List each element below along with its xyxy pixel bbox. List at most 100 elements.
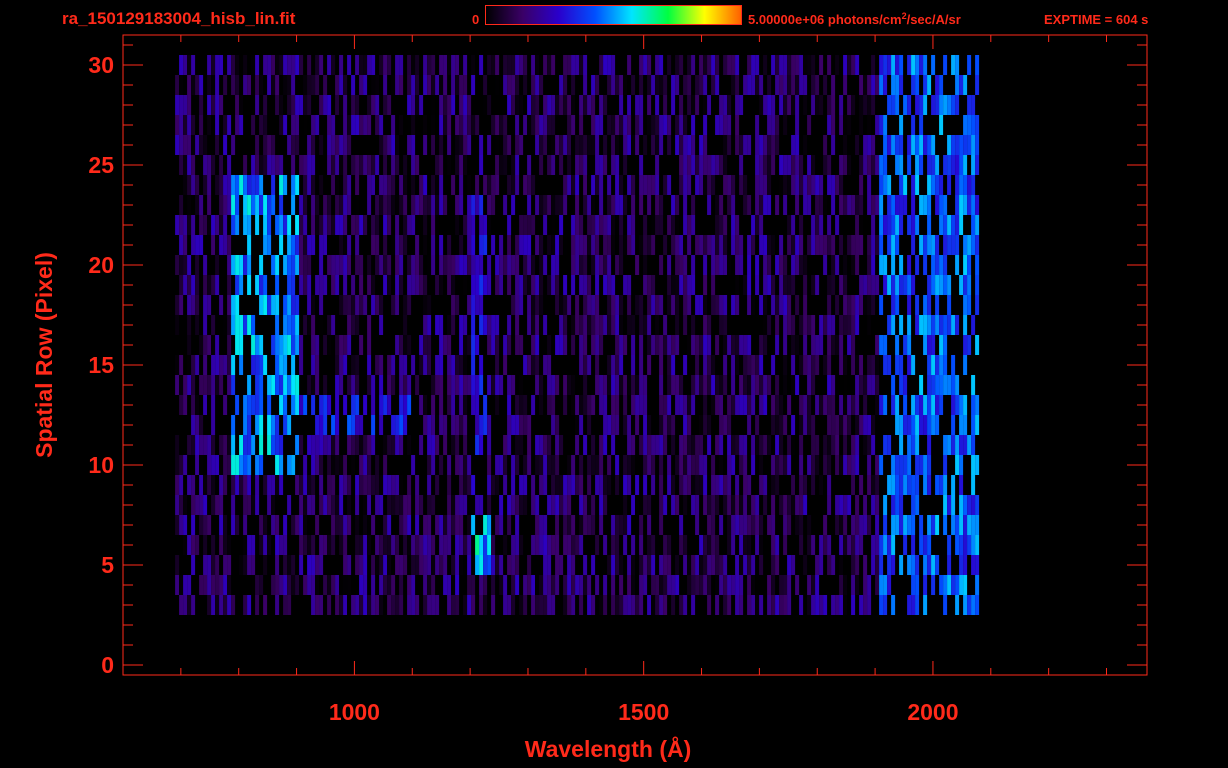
heatmap-cell bbox=[623, 75, 628, 95]
heatmap-cell bbox=[635, 255, 640, 275]
heatmap-cell bbox=[423, 335, 428, 355]
heatmap-cell bbox=[955, 315, 960, 335]
heatmap-cell bbox=[415, 195, 420, 215]
heatmap-cell bbox=[335, 395, 340, 415]
heatmap-cell bbox=[791, 335, 796, 355]
heatmap-cell bbox=[903, 95, 908, 115]
heatmap-cell bbox=[331, 415, 336, 435]
heatmap-cell bbox=[359, 335, 364, 355]
heatmap-cell bbox=[911, 215, 916, 235]
heatmap-cell bbox=[855, 235, 860, 255]
heatmap-cell bbox=[827, 395, 832, 415]
heatmap-cell bbox=[927, 135, 932, 155]
heatmap-cell bbox=[955, 255, 960, 275]
heatmap-cell bbox=[863, 435, 868, 455]
heatmap-cell bbox=[371, 235, 376, 255]
heatmap-cell bbox=[695, 475, 700, 495]
heatmap-cell bbox=[691, 555, 696, 575]
heatmap-cell bbox=[611, 595, 616, 615]
heatmap-cell bbox=[927, 295, 932, 315]
heatmap-cell bbox=[387, 515, 392, 535]
heatmap-cell bbox=[667, 175, 672, 195]
heatmap-cell bbox=[907, 475, 912, 495]
heatmap-cell bbox=[271, 475, 276, 495]
heatmap-cell bbox=[959, 215, 964, 235]
heatmap-cell bbox=[943, 495, 948, 515]
heatmap-cell bbox=[691, 495, 696, 515]
heatmap-cell bbox=[643, 395, 648, 415]
heatmap-cell bbox=[263, 215, 268, 235]
heatmap-cell bbox=[767, 515, 772, 535]
heatmap-cell bbox=[731, 375, 736, 395]
heatmap-cell bbox=[295, 255, 300, 275]
heatmap-cell bbox=[371, 435, 376, 455]
heatmap-cell bbox=[219, 215, 224, 235]
heatmap-cell bbox=[563, 95, 568, 115]
heatmap-cell bbox=[931, 555, 936, 575]
heatmap-cell bbox=[703, 115, 708, 135]
heatmap-cell bbox=[423, 115, 428, 135]
heatmap-cell bbox=[579, 355, 584, 375]
heatmap-cell bbox=[579, 415, 584, 435]
heatmap-cell bbox=[435, 195, 440, 215]
heatmap-cell bbox=[459, 455, 464, 475]
heatmap-cell bbox=[599, 455, 604, 475]
heatmap-cell bbox=[391, 135, 396, 155]
heatmap-cell bbox=[207, 515, 212, 535]
heatmap-cell bbox=[303, 215, 308, 235]
heatmap-cell bbox=[679, 455, 684, 475]
heatmap-cell bbox=[699, 335, 704, 355]
heatmap-cell bbox=[559, 335, 564, 355]
heatmap-cell bbox=[975, 255, 980, 275]
heatmap-cell bbox=[743, 275, 748, 295]
heatmap-cell bbox=[515, 555, 520, 575]
heatmap-cell bbox=[727, 535, 732, 555]
heatmap-cell bbox=[587, 595, 592, 615]
heatmap-cell bbox=[811, 315, 816, 335]
heatmap-cell bbox=[339, 335, 344, 355]
heatmap-cell bbox=[783, 295, 788, 315]
heatmap-cell bbox=[659, 355, 664, 375]
heatmap-cell bbox=[911, 415, 916, 435]
heatmap-cell bbox=[567, 135, 572, 155]
heatmap-cell bbox=[223, 115, 228, 135]
heatmap-cell bbox=[831, 315, 836, 335]
heatmap-cell bbox=[643, 455, 648, 475]
heatmap-cell bbox=[691, 155, 696, 175]
heatmap-cell bbox=[551, 195, 556, 215]
heatmap-cell bbox=[583, 195, 588, 215]
heatmap-cell bbox=[783, 355, 788, 375]
heatmap-cell bbox=[391, 155, 396, 175]
heatmap-cell bbox=[207, 95, 212, 115]
heatmap-cell bbox=[927, 75, 932, 95]
heatmap-cell bbox=[627, 175, 632, 195]
heatmap-cell bbox=[863, 515, 868, 535]
heatmap-cell bbox=[843, 375, 848, 395]
heatmap-cell bbox=[439, 155, 444, 175]
heatmap-cell bbox=[215, 575, 220, 595]
heatmap-cell bbox=[199, 455, 204, 475]
heatmap-cell bbox=[179, 55, 184, 75]
heatmap-cell bbox=[683, 115, 688, 135]
heatmap-cell bbox=[599, 155, 604, 175]
heatmap-cell bbox=[711, 395, 716, 415]
heatmap-cell bbox=[903, 395, 908, 415]
heatmap-cell bbox=[515, 95, 520, 115]
heatmap-cell bbox=[651, 275, 656, 295]
heatmap-cell bbox=[763, 255, 768, 275]
heatmap-cell bbox=[367, 335, 372, 355]
heatmap-cell bbox=[331, 155, 336, 175]
heatmap-cell bbox=[371, 215, 376, 235]
heatmap-cell bbox=[503, 335, 508, 355]
heatmap-cell bbox=[815, 335, 820, 355]
heatmap-cell bbox=[643, 235, 648, 255]
heatmap-cell bbox=[883, 175, 888, 195]
heatmap-cell bbox=[339, 255, 344, 275]
heatmap-cell bbox=[931, 395, 936, 415]
heatmap-cell bbox=[531, 255, 536, 275]
heatmap-cell bbox=[175, 475, 180, 495]
heatmap-cell bbox=[199, 415, 204, 435]
heatmap-cell bbox=[547, 155, 552, 175]
heatmap-cell bbox=[203, 295, 208, 315]
heatmap-cell bbox=[363, 395, 368, 415]
